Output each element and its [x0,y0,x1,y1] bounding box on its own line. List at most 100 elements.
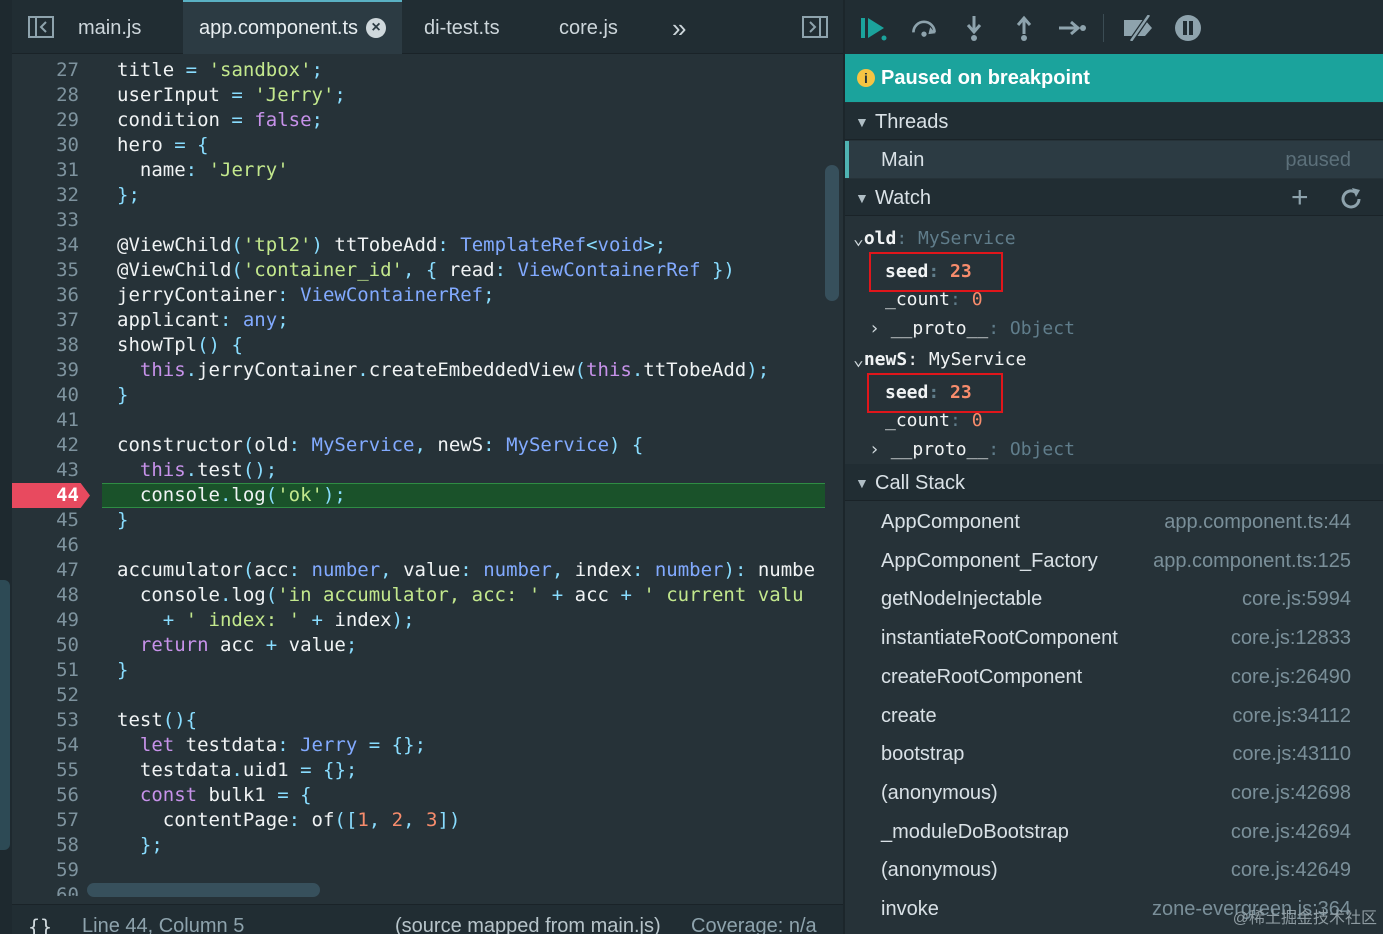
line-number[interactable]: 35 [12,258,79,283]
line-number[interactable]: 59 [12,858,79,883]
tab-di-test-ts[interactable]: di-test.ts [424,0,500,54]
code-line[interactable]: 55 testdata.uid1 = {}; [12,758,825,783]
call-stack-frame[interactable]: AppComponent app.component.ts:44 [845,503,1383,542]
pretty-print-button[interactable]: {} [28,915,52,934]
line-number[interactable]: 52 [12,683,79,708]
code-line[interactable]: 28 userInput = 'Jerry'; [12,83,825,108]
line-number[interactable]: 38 [12,333,79,358]
step-icon[interactable] [1057,13,1087,43]
add-watch-icon[interactable]: + [1291,179,1309,217]
vertical-scrollbar[interactable] [825,165,839,301]
line-number[interactable]: 47 [12,558,79,583]
code-line[interactable]: 43 this.test(); [12,458,825,483]
tab-main-js[interactable]: main.js [78,0,141,54]
code-line[interactable]: 57 contentPage: of([1, 2, 3]) [12,808,825,833]
code-line[interactable]: 44 console.log('ok'); [12,483,825,508]
line-number[interactable]: 29 [12,108,79,133]
line-number[interactable]: 27 [12,58,79,83]
code-line[interactable]: 42 constructor(old: MyService, newS: MySe… [12,433,825,458]
line-number[interactable]: 58 [12,833,79,858]
line-number[interactable]: 28 [12,83,79,108]
step-over-icon[interactable] [909,13,939,43]
watch-item-old[interactable]: ⌄old: MyService [853,224,1016,254]
line-number[interactable]: 54 [12,733,79,758]
code-line[interactable]: 45} [12,508,825,533]
code-line[interactable]: 37 applicant: any; [12,308,825,333]
code-line[interactable]: 46 [12,533,825,558]
line-number[interactable]: 57 [12,808,79,833]
call-stack-frame[interactable]: (anonymous) core.js:42698 [845,774,1383,813]
code-line[interactable]: 40} [12,383,825,408]
code-line[interactable]: 48 console.log('in accumulator, acc: ' +… [12,583,825,608]
call-stack-frame[interactable]: instantiateRootComponent core.js:12833 [845,619,1383,658]
code-line[interactable]: 59 [12,858,825,883]
code-line[interactable]: 52 [12,683,825,708]
code-line[interactable]: 56 const bulk1 = { [12,783,825,808]
source-mapped-link[interactable]: (source mapped from main.js) [395,915,661,934]
line-number[interactable]: 45 [12,508,79,533]
code-line[interactable]: 50 return acc + value; [12,633,825,658]
line-number[interactable]: 46 [12,533,79,558]
code-line[interactable]: 41 [12,408,825,433]
step-in-icon[interactable] [959,13,989,43]
line-number[interactable]: 30 [12,133,79,158]
watch-item-news[interactable]: ⌄newS: MyService [853,345,1026,375]
line-number[interactable]: 39 [12,358,79,383]
line-number[interactable]: 32 [12,183,79,208]
step-out-icon[interactable] [1009,13,1039,43]
line-number[interactable]: 51 [12,658,79,683]
line-number[interactable]: 36 [12,283,79,308]
resume-icon[interactable] [859,13,889,43]
line-number[interactable]: 37 [12,308,79,333]
callstack-header[interactable]: ▼ Call Stack [845,464,1383,501]
horizontal-scrollbar[interactable] [87,883,320,897]
code-line[interactable]: 36 jerryContainer: ViewContainerRef; [12,283,825,308]
code-line[interactable]: 47 accumulator(acc: number, value: number… [12,558,825,583]
pause-on-exceptions-icon[interactable] [1173,13,1203,43]
call-stack-frame[interactable]: bootstrap core.js:43110 [845,735,1383,774]
line-number[interactable]: 33 [12,208,79,233]
call-stack-frame[interactable]: AppComponent_Factory app.component.ts:125 [845,542,1383,581]
line-number[interactable]: 44 [12,483,79,508]
code-line[interactable]: 30 hero = { [12,133,825,158]
call-stack-frame[interactable]: createRootComponent core.js:26490 [845,658,1383,697]
code-line[interactable]: 29 condition = false; [12,108,825,133]
toggle-debugger-icon[interactable] [800,0,830,54]
call-stack-frame[interactable]: _moduleDoBootstrap core.js:42694 [845,813,1383,852]
call-stack-frame[interactable]: (anonymous) core.js:42649 [845,851,1383,890]
line-number[interactable]: 53 [12,708,79,733]
close-tab-icon[interactable]: × [366,18,386,38]
code-line[interactable]: 34 @ViewChild('tpl2') ttTobeAdd: Template… [12,233,825,258]
threads-header[interactable]: ▼ Threads [845,103,1383,140]
line-number[interactable]: 55 [12,758,79,783]
code-line[interactable]: 33 [12,208,825,233]
code-line[interactable]: 38 showTpl() { [12,333,825,358]
deactivate-breakpoints-icon[interactable] [1121,13,1157,43]
code-line[interactable]: 39 this.jerryContainer.createEmbeddedVie… [12,358,825,383]
line-number[interactable]: 43 [12,458,79,483]
line-number[interactable]: 41 [12,408,79,433]
thread-row-main[interactable]: Main paused [845,141,1383,178]
watch-header[interactable]: ▼ Watch + [845,179,1383,216]
code-line[interactable]: 51} [12,658,825,683]
tab-app-component-ts[interactable]: app.component.ts × [183,0,402,54]
line-number[interactable]: 42 [12,433,79,458]
watch-old-proto[interactable]: › __proto__: Object [869,314,1075,344]
line-number[interactable]: 31 [12,158,79,183]
line-number[interactable]: 56 [12,783,79,808]
code-line[interactable]: 58 }; [12,833,825,858]
more-tabs-icon[interactable]: » [672,0,686,54]
refresh-icon[interactable] [1339,186,1363,224]
call-stack-frame[interactable]: create core.js:34112 [845,697,1383,736]
line-number[interactable]: 34 [12,233,79,258]
line-number[interactable]: 50 [12,633,79,658]
code-editor[interactable]: 27 title = 'sandbox'; 28 userInput = 'Jerry… [12,54,843,896]
call-stack-frame[interactable]: getNodeInjectable core.js:5994 [845,580,1383,619]
toggle-sources-icon[interactable] [26,0,56,54]
code-line[interactable]: 35 @ViewChild('container_id', { read: Vie… [12,258,825,283]
line-number[interactable]: 40 [12,383,79,408]
code-line[interactable]: 49 + ' index: ' + index); [12,608,825,633]
code-line[interactable]: 31 name: 'Jerry' [12,158,825,183]
line-number[interactable]: 60 [12,883,79,896]
code-line[interactable]: 27 title = 'sandbox'; [12,58,825,83]
